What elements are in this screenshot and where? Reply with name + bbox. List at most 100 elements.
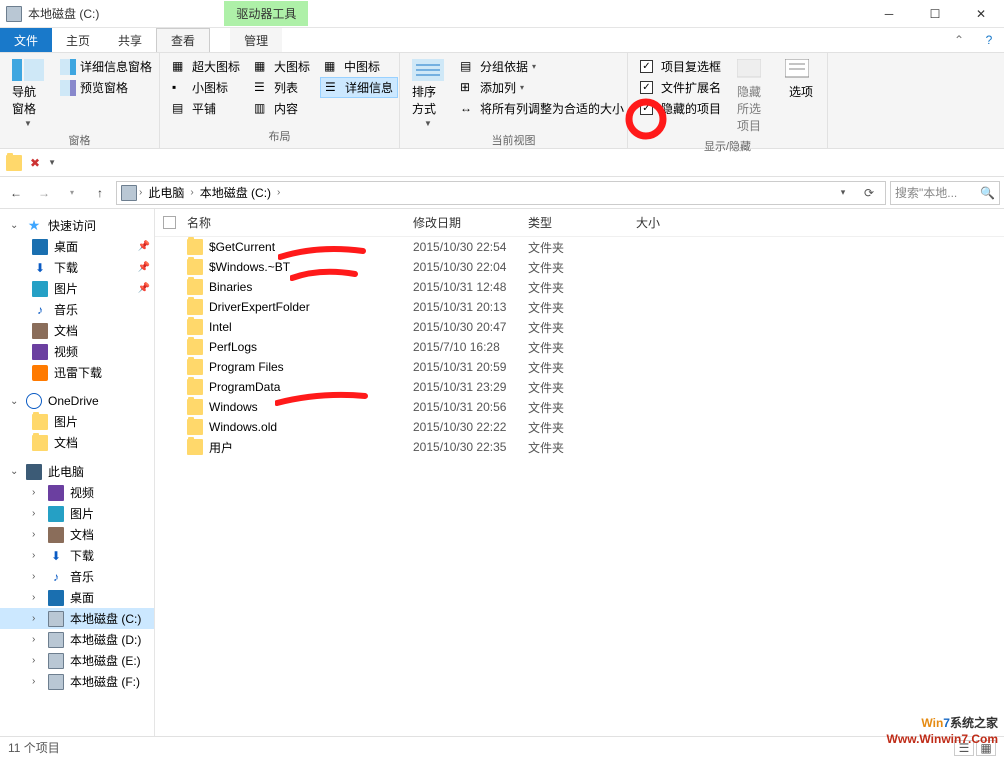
layout-list[interactable]: ☰列表: [250, 77, 314, 98]
file-row[interactable]: $GetCurrent2015/10/30 22:54文件夹: [155, 237, 1004, 257]
file-row[interactable]: Windows2015/10/31 20:56文件夹: [155, 397, 1004, 417]
column-size[interactable]: 大小: [636, 214, 716, 231]
nav-drive-e[interactable]: ›本地磁盘 (E:): [0, 650, 154, 671]
nav-videos[interactable]: 视频: [0, 341, 154, 362]
file-extensions-toggle[interactable]: ✓文件扩展名: [636, 78, 725, 97]
sort-icon: [412, 59, 444, 81]
sort-button[interactable]: 排序方式 ▼: [408, 57, 448, 130]
nav-drive-c[interactable]: ›本地磁盘 (C:): [0, 608, 154, 629]
hide-icon: [737, 59, 769, 81]
folder-icon: [32, 414, 48, 430]
maximize-button[interactable]: ☐: [912, 0, 958, 28]
delete-icon[interactable]: ✖: [30, 156, 40, 170]
column-type[interactable]: 类型: [528, 214, 636, 231]
nav-pictures[interactable]: 图片📌: [0, 278, 154, 299]
nav-downloads[interactable]: ⬇下载📌: [0, 257, 154, 278]
chevron-right-icon[interactable]: ›: [139, 187, 142, 198]
details-pane-button[interactable]: 详细信息窗格: [56, 57, 156, 76]
file-name: Intel: [209, 320, 232, 334]
add-columns-button[interactable]: ⊞添加列▾: [456, 78, 628, 97]
layout-content[interactable]: ▥内容: [250, 99, 314, 118]
search-input[interactable]: 搜索"本地... 🔍: [890, 181, 1000, 205]
layout-details[interactable]: ☰详细信息: [320, 77, 398, 98]
nav-pane-button[interactable]: 导航窗格 ▼: [8, 57, 48, 130]
breadcrumb[interactable]: › 此电脑 › 本地磁盘 (C:) › ▾ ⟳: [116, 181, 886, 205]
tab-file[interactable]: 文件: [0, 28, 52, 52]
nav-onedrive-pictures[interactable]: 图片: [0, 411, 154, 432]
file-row[interactable]: ProgramData2015/10/31 23:29文件夹: [155, 377, 1004, 397]
select-all-checkbox[interactable]: [163, 216, 176, 229]
layout-large[interactable]: ▦大图标: [250, 57, 314, 76]
nav-onedrive-documents[interactable]: 文档: [0, 432, 154, 453]
music-icon: ♪: [32, 302, 48, 318]
address-dropdown-icon[interactable]: ▾: [831, 187, 855, 198]
chevron-down-icon[interactable]: ▼: [48, 158, 56, 167]
folder-icon: [187, 239, 203, 255]
crumb-this-pc[interactable]: 此电脑: [144, 184, 188, 201]
minimize-button[interactable]: ─: [866, 0, 912, 28]
nav-pc-downloads[interactable]: ›⬇下载: [0, 545, 154, 566]
drive-icon: [6, 6, 22, 22]
file-row[interactable]: Program Files2015/10/31 20:59文件夹: [155, 357, 1004, 377]
column-date[interactable]: 修改日期: [413, 214, 528, 231]
file-type: 文件夹: [528, 319, 636, 336]
nav-pc-music[interactable]: ›♪音乐: [0, 566, 154, 587]
onedrive-icon: [26, 393, 42, 409]
preview-pane-button[interactable]: 预览窗格: [56, 78, 156, 97]
layout-medium[interactable]: ▦中图标: [320, 57, 398, 76]
folder-icon: [187, 339, 203, 355]
tab-share[interactable]: 共享: [104, 28, 156, 52]
chevron-right-icon[interactable]: ›: [190, 187, 193, 198]
item-checkboxes-toggle[interactable]: ✓项目复选框: [636, 57, 725, 76]
crumb-drive-c[interactable]: 本地磁盘 (C:): [196, 184, 275, 201]
nav-desktop[interactable]: 桌面📌: [0, 236, 154, 257]
file-name: $Windows.~BT: [209, 260, 290, 274]
nav-pc-documents[interactable]: ›文档: [0, 524, 154, 545]
ribbon-collapse-icon[interactable]: ⌃: [944, 28, 974, 52]
layout-tiles[interactable]: ▤平铺: [168, 99, 244, 118]
file-row[interactable]: PerfLogs2015/7/10 16:28文件夹: [155, 337, 1004, 357]
nav-this-pc[interactable]: ⌄此电脑: [0, 461, 154, 482]
nav-drive-f[interactable]: ›本地磁盘 (F:): [0, 671, 154, 692]
column-name[interactable]: 名称: [183, 214, 413, 231]
nav-pc-videos[interactable]: ›视频: [0, 482, 154, 503]
icon-small: ▪: [172, 80, 188, 96]
options-button[interactable]: 选项: [781, 57, 821, 102]
file-row[interactable]: Binaries2015/10/31 12:48文件夹: [155, 277, 1004, 297]
file-row[interactable]: Intel2015/10/30 20:47文件夹: [155, 317, 1004, 337]
hidden-items-toggle[interactable]: ✓隐藏的项目: [636, 99, 725, 118]
up-button[interactable]: ↑: [88, 181, 112, 205]
file-list[interactable]: $GetCurrent2015/10/30 22:54文件夹$Windows.~…: [155, 237, 1004, 736]
tab-manage[interactable]: 管理: [230, 28, 282, 52]
nav-quick-access[interactable]: ⌄★快速访问: [0, 215, 154, 236]
back-button[interactable]: ←: [4, 181, 28, 205]
tab-home[interactable]: 主页: [52, 28, 104, 52]
recent-locations-button[interactable]: ▾: [60, 181, 84, 205]
layout-small[interactable]: ▪小图标: [168, 77, 244, 98]
nav-onedrive[interactable]: ⌄OneDrive: [0, 391, 154, 411]
nav-pc-pictures[interactable]: ›图片: [0, 503, 154, 524]
nav-music[interactable]: ♪音乐: [0, 299, 154, 320]
layout-extra-large[interactable]: ▦超大图标: [168, 57, 244, 76]
group-by-button[interactable]: ▤分组依据▾: [456, 57, 628, 76]
chevron-right-icon[interactable]: ›: [277, 187, 280, 198]
help-icon[interactable]: ?: [974, 28, 1004, 52]
file-row[interactable]: Windows.old2015/10/30 22:22文件夹: [155, 417, 1004, 437]
context-tab-drive-tools[interactable]: 驱动器工具: [224, 1, 308, 26]
fit-columns-button[interactable]: ↔将所有列调整为合适的大小: [456, 99, 628, 118]
file-row[interactable]: 用户2015/10/30 22:35文件夹: [155, 437, 1004, 457]
forward-button[interactable]: →: [32, 181, 56, 205]
nav-documents[interactable]: 文档: [0, 320, 154, 341]
tab-view[interactable]: 查看: [156, 28, 210, 52]
folder-icon[interactable]: [6, 155, 22, 171]
ribbon-group-layout: ▦超大图标 ▦大图标 ▦中图标 ▪小图标 ☰列表 ☰详细信息 ▤平铺 ▥内容 布…: [160, 53, 400, 148]
navigation-pane[interactable]: ⌄★快速访问 桌面📌 ⬇下载📌 图片📌 ♪音乐 文档 视频 迅雷下载 ⌄OneD…: [0, 209, 155, 736]
file-date: 2015/10/30 22:22: [413, 420, 528, 434]
nav-xunlei[interactable]: 迅雷下载: [0, 362, 154, 383]
file-row[interactable]: $Windows.~BT2015/10/30 22:04文件夹: [155, 257, 1004, 277]
close-button[interactable]: ✕: [958, 0, 1004, 28]
nav-pc-desktop[interactable]: ›桌面: [0, 587, 154, 608]
file-row[interactable]: DriverExpertFolder2015/10/31 20:13文件夹: [155, 297, 1004, 317]
nav-drive-d[interactable]: ›本地磁盘 (D:): [0, 629, 154, 650]
refresh-button[interactable]: ⟳: [857, 186, 881, 200]
